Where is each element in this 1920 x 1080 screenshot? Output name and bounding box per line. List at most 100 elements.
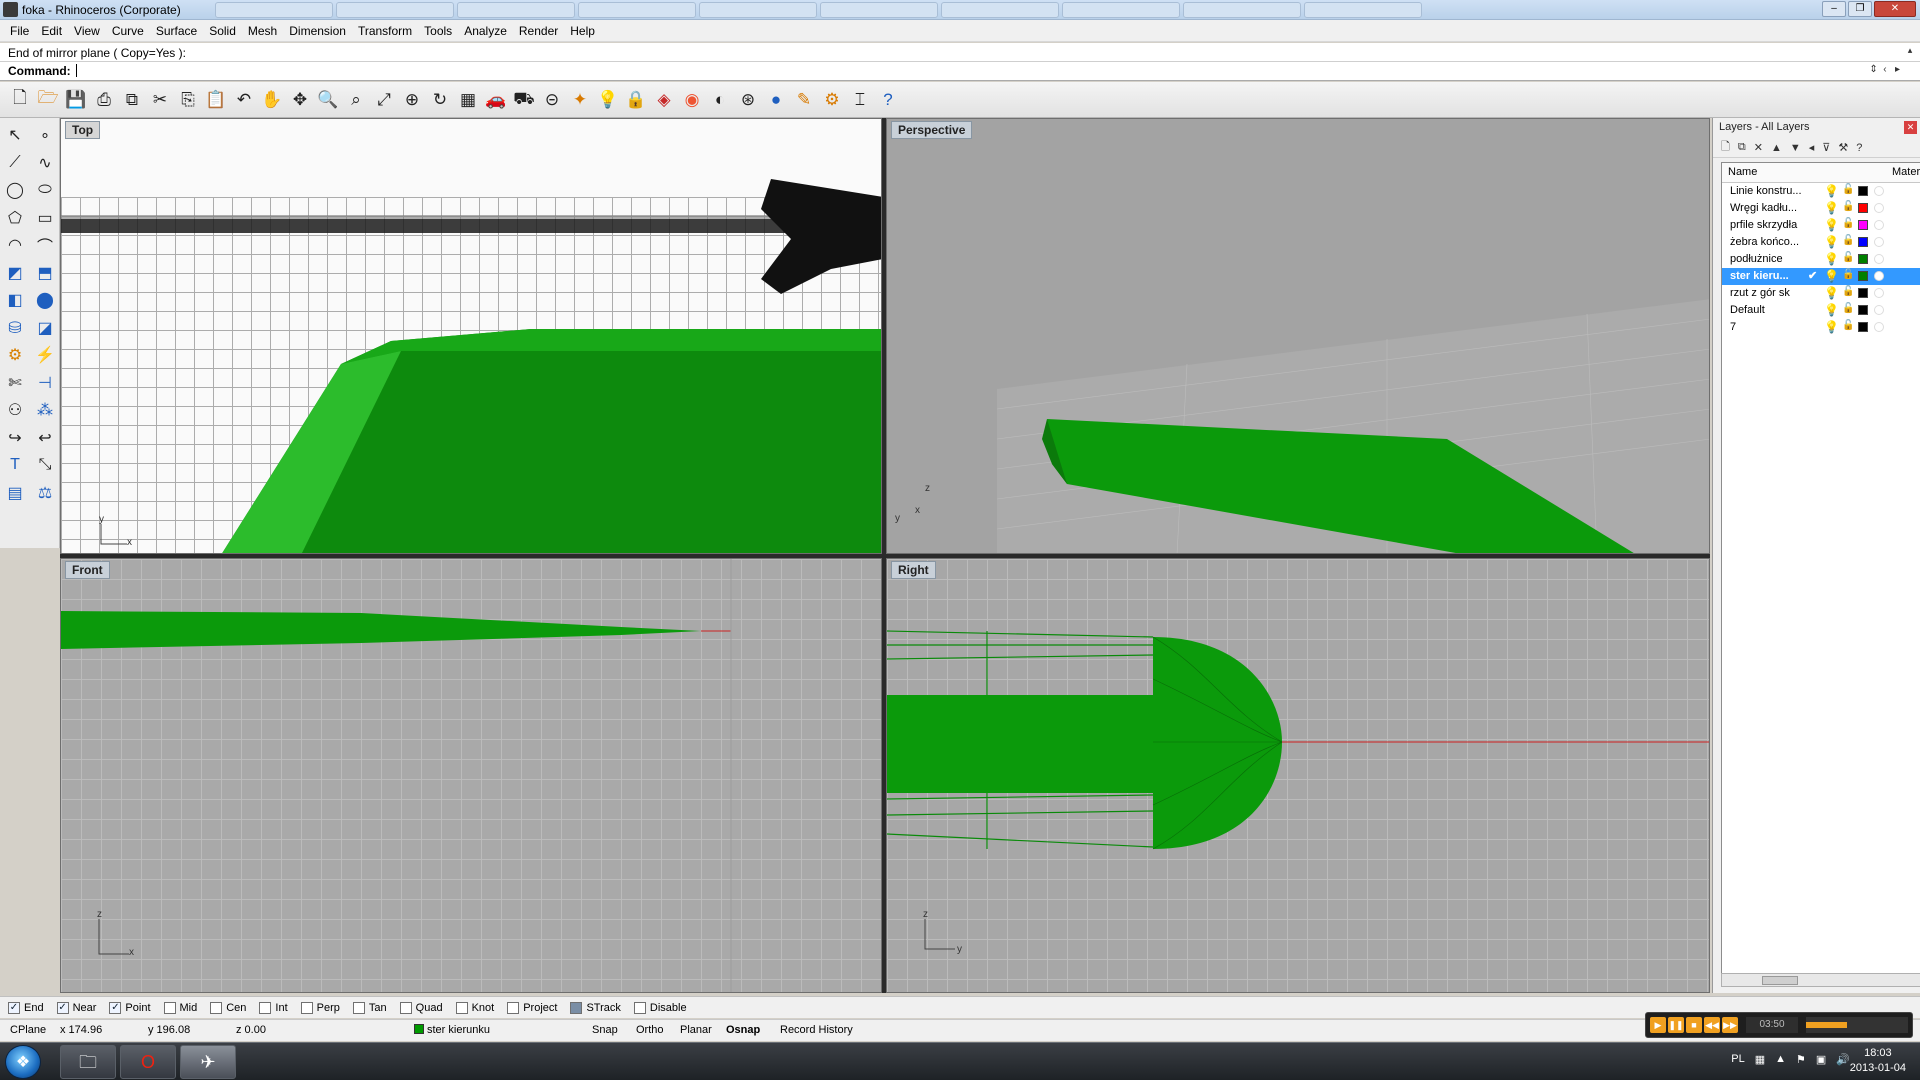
cut-icon[interactable]: ✂ xyxy=(148,88,172,112)
panel-close-icon[interactable]: ✕ xyxy=(1904,121,1917,134)
column-material-header[interactable]: Mater xyxy=(1892,166,1920,178)
tools-icon[interactable]: ⚒ xyxy=(1838,141,1848,154)
play-icon[interactable]: ▶ xyxy=(1650,1017,1666,1033)
ortho-toggle[interactable]: Ortho xyxy=(636,1024,664,1036)
menu-solid[interactable]: Solid xyxy=(203,24,242,38)
osnap-end[interactable]: ✓ End xyxy=(8,1001,44,1014)
layer-material-swatch[interactable] xyxy=(1874,322,1884,332)
layer-row[interactable]: Linie konstru... 💡 🔓 xyxy=(1722,183,1920,200)
layer-visibility-bulb-icon[interactable]: 💡 xyxy=(1824,286,1839,300)
array-icon[interactable]: T xyxy=(2,452,28,478)
menu-view[interactable]: View xyxy=(68,24,106,38)
layer-lock-icon[interactable]: 🔓 xyxy=(1842,303,1854,314)
zoom-window-icon[interactable]: ⌕ xyxy=(344,88,368,112)
layer-color-swatch[interactable] xyxy=(1858,322,1868,332)
osnap-checkbox[interactable] xyxy=(210,1001,223,1014)
column-name-header[interactable]: Name xyxy=(1728,166,1757,178)
select-arrow-icon[interactable]: ↖ xyxy=(2,122,28,148)
browser-tab[interactable] xyxy=(457,2,575,18)
layer-lock-icon[interactable]: 🔓 xyxy=(1842,218,1854,229)
osnap-perp[interactable]: Perp xyxy=(300,1001,340,1014)
four-viewports-icon[interactable]: ▦ xyxy=(456,88,480,112)
flag-icon[interactable]: ⚑ xyxy=(1796,1053,1806,1066)
osnap-knot[interactable]: Knot xyxy=(455,1001,494,1014)
lock-icon[interactable]: 🔒 xyxy=(624,88,648,112)
browser-tab[interactable] xyxy=(1062,2,1180,18)
rectangle-icon[interactable]: ▭ xyxy=(32,205,58,231)
browser-tab[interactable] xyxy=(215,2,333,18)
layer-lock-icon[interactable]: 🔓 xyxy=(1842,235,1854,246)
boolean-icon[interactable]: ⬤ xyxy=(32,287,58,313)
osnap-checkbox[interactable] xyxy=(570,1001,583,1014)
layer-visibility-bulb-icon[interactable]: 💡 xyxy=(1824,303,1839,317)
layer-color-swatch[interactable] xyxy=(1858,220,1868,230)
cplane-icon[interactable]: ⊝ xyxy=(540,88,564,112)
osnap-point[interactable]: ✓ Point xyxy=(109,1001,151,1014)
layer-row[interactable]: Wręgi kadłu... 💡 🔓 xyxy=(1722,200,1920,217)
copy-icon[interactable]: ⎘ xyxy=(176,88,200,112)
previous-icon[interactable]: ◀◀ xyxy=(1704,1017,1720,1033)
osnap-checkbox[interactable] xyxy=(507,1001,520,1014)
new-file-icon[interactable]: 🗋 xyxy=(8,88,32,112)
menu-tools[interactable]: Tools xyxy=(418,24,458,38)
render-sphere-icon[interactable]: ◐ xyxy=(708,88,732,112)
right-viewport-label[interactable]: Right xyxy=(891,561,936,579)
fillet-icon[interactable]: ⌒ xyxy=(32,232,58,258)
record-history-toggle[interactable]: Record History xyxy=(780,1024,853,1036)
osnap-strack[interactable]: STrack xyxy=(570,1001,621,1014)
car-icon[interactable]: 🚗 xyxy=(484,88,508,112)
help-icon[interactable]: ? xyxy=(1856,142,1862,154)
layer-visibility-bulb-icon[interactable]: 💡 xyxy=(1824,201,1839,215)
undo-view-icon[interactable]: ↻ xyxy=(428,88,452,112)
osnap-toggle[interactable]: Osnap xyxy=(726,1024,760,1036)
osnap-tan[interactable]: Tan xyxy=(352,1001,387,1014)
next-icon[interactable]: ▶▶ xyxy=(1722,1017,1738,1033)
menu-mesh[interactable]: Mesh xyxy=(242,24,283,38)
print-icon[interactable]: ⎙ xyxy=(92,88,116,112)
layer-material-swatch[interactable] xyxy=(1874,237,1884,247)
maximize-button[interactable]: ❐ xyxy=(1848,1,1872,17)
menu-dimension[interactable]: Dimension xyxy=(283,24,352,38)
transform-icon[interactable]: ⁂ xyxy=(32,397,58,423)
layer-material-swatch[interactable] xyxy=(1874,220,1884,230)
zoom-icon[interactable]: 🔍 xyxy=(316,88,340,112)
top-viewport-label[interactable]: Top xyxy=(65,121,101,139)
explorer-taskbar-button[interactable]: 🗀 xyxy=(60,1045,116,1079)
osnap-checkbox[interactable] xyxy=(259,1001,272,1014)
circle-icon[interactable]: ◯ xyxy=(2,177,28,203)
osnap-icon[interactable]: ✦ xyxy=(568,88,592,112)
browser-tab[interactable] xyxy=(1304,2,1422,18)
color-wheel-icon[interactable]: ◉ xyxy=(680,88,704,112)
box-icon[interactable]: ◧ xyxy=(2,287,28,313)
rhino-taskbar-button[interactable]: ✈ xyxy=(180,1045,236,1079)
osnap-checkbox[interactable] xyxy=(633,1001,646,1014)
pan-icon[interactable]: ✋ xyxy=(260,88,284,112)
osnap-checkbox[interactable]: ✓ xyxy=(56,1001,69,1014)
point-icon[interactable]: ∘ xyxy=(32,122,58,148)
layer-color-swatch[interactable] xyxy=(1858,288,1868,298)
osnap-checkbox[interactable]: ✓ xyxy=(109,1001,122,1014)
history-scroll-up-icon[interactable]: ▴ xyxy=(1904,45,1916,56)
polygon-icon[interactable]: ⬠ xyxy=(2,205,28,231)
osnap-quad[interactable]: Quad xyxy=(399,1001,443,1014)
zoom-extents-icon[interactable]: ⤢ xyxy=(372,88,396,112)
layer-material-swatch[interactable] xyxy=(1874,186,1884,196)
layer-color-swatch[interactable] xyxy=(1858,305,1868,315)
arc-icon[interactable]: ◠ xyxy=(2,232,28,258)
layer-visibility-bulb-icon[interactable]: 💡 xyxy=(1824,235,1839,249)
edit-points-icon[interactable]: ⚡ xyxy=(32,342,58,368)
front-viewport[interactable]: Front z x xyxy=(60,558,882,993)
close-button[interactable]: ✕ xyxy=(1874,1,1916,17)
open-file-icon[interactable]: 🗁 xyxy=(36,88,60,112)
layer-material-swatch[interactable] xyxy=(1874,288,1884,298)
new-sublayer-icon[interactable]: ⧉ xyxy=(1738,141,1746,154)
paste-icon[interactable]: 📋 xyxy=(204,88,228,112)
osnap-checkbox[interactable] xyxy=(163,1001,176,1014)
layer-row[interactable]: rzut z gór sk 💡 🔓 xyxy=(1722,285,1920,302)
network-icon[interactable]: ▣ xyxy=(1816,1053,1826,1066)
delete-layer-icon[interactable]: ✕ xyxy=(1754,141,1763,154)
volume-icon[interactable]: 🔊 xyxy=(1836,1053,1850,1066)
layer-name[interactable]: żebra końco... xyxy=(1730,236,1810,248)
browser-tab[interactable] xyxy=(336,2,454,18)
move-down-icon[interactable]: ▼ xyxy=(1790,142,1801,154)
